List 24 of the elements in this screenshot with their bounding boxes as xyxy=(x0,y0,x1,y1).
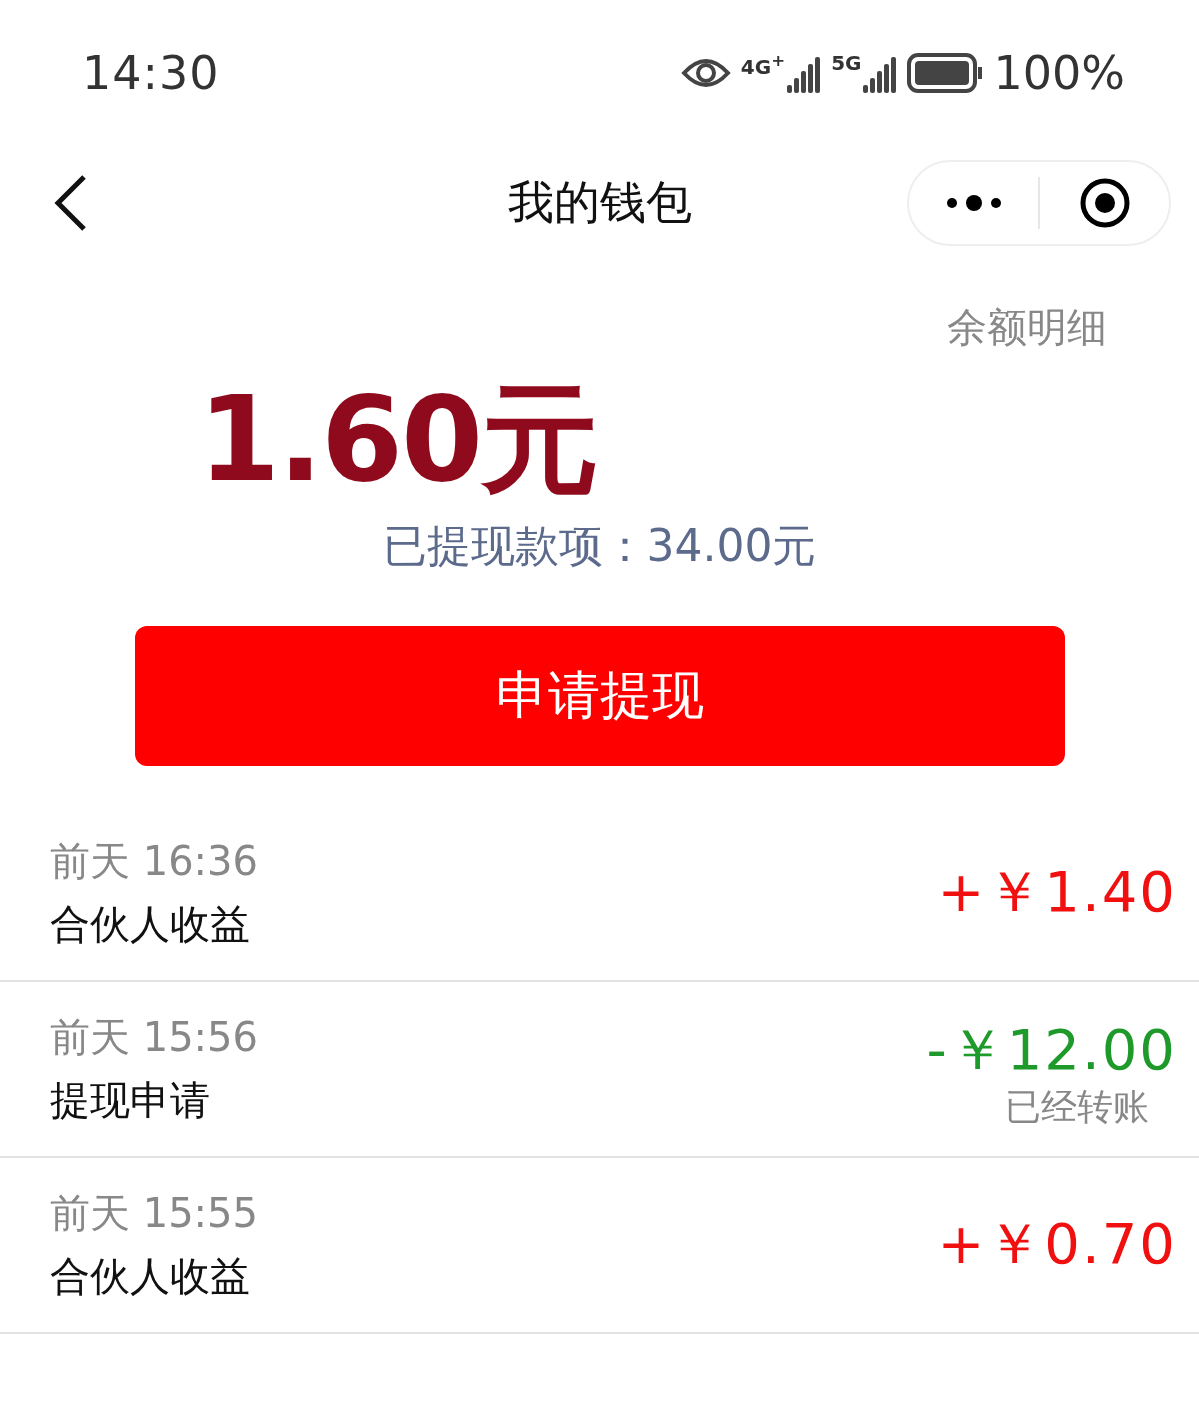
transaction-title: 合伙人收益 xyxy=(50,899,251,949)
transaction-time: 前天 15:55 xyxy=(50,1188,259,1238)
transfer-status: 已经转账 xyxy=(1005,1088,1149,1125)
page-title: 我的钱包 xyxy=(507,173,692,231)
eye-icon xyxy=(680,56,731,89)
balance-amount: 1.60元 xyxy=(198,375,599,505)
transaction-time: 前天 16:36 xyxy=(50,836,259,886)
balance-detail-link[interactable]: 余额明细 xyxy=(947,300,1107,355)
battery-percent: 100% xyxy=(993,45,1125,100)
more-icon xyxy=(946,193,1001,212)
transaction-time: 前天 15:56 xyxy=(50,1012,259,1062)
battery-icon xyxy=(907,52,984,93)
network-label: 5G xyxy=(831,52,862,73)
network-label: 4G$^{+}$ xyxy=(740,52,786,77)
clock-time: 14:30 xyxy=(82,45,221,100)
target-icon xyxy=(1078,176,1131,229)
transaction-amount: -￥12.00 xyxy=(926,1015,1177,1084)
transaction-amount: +￥0.70 xyxy=(937,1209,1177,1278)
transaction-amount: +￥1.40 xyxy=(937,857,1177,926)
withdrawn-total: 已提现款项：34.00元 xyxy=(382,518,817,573)
withdraw-button[interactable]: 申请提现 xyxy=(134,625,1065,766)
transaction-title: 合伙人收益 xyxy=(50,1251,251,1301)
back-icon[interactable] xyxy=(52,172,88,233)
transaction-title: 提现申请 xyxy=(50,1075,211,1125)
